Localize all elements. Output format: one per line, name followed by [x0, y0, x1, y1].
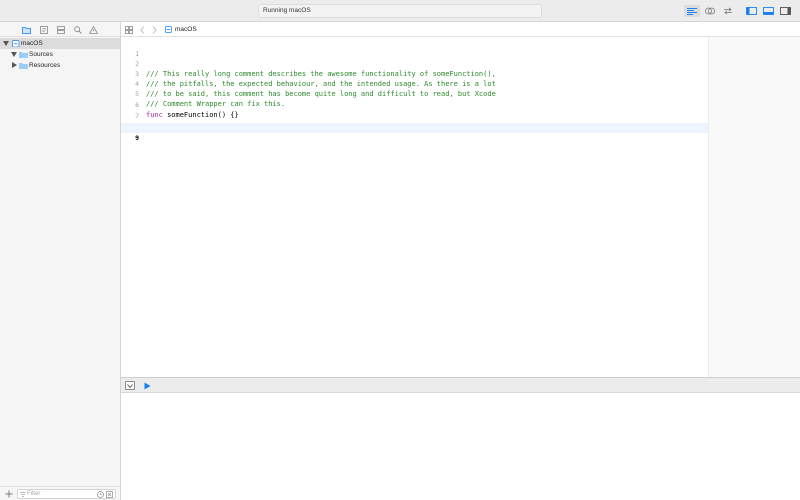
code-line[interactable]: 6 func someFunction() {}: [121, 90, 708, 119]
recent-files-icon[interactable]: [97, 491, 104, 498]
breadcrumb[interactable]: macOS: [165, 25, 197, 34]
project-icon: [165, 26, 172, 33]
symbol-icon: [56, 25, 65, 34]
editor-minimap[interactable]: [708, 37, 800, 377]
chevron-left-icon: [140, 25, 145, 34]
toggle-debug-area-icon: [762, 7, 774, 15]
current-code-line[interactable]: 9: [121, 123, 708, 142]
tree-item-label: Resources: [29, 62, 61, 69]
back-button[interactable]: [140, 25, 145, 34]
code-line[interactable]: 8: [121, 112, 708, 131]
folder-icon: [19, 63, 28, 69]
toggle-utilities-icon: [779, 7, 791, 15]
code-line[interactable]: 3 /// the pitfalls, the expected behavio…: [121, 59, 708, 88]
tree-item-project[interactable]: macOS: [0, 38, 120, 49]
tree-item-sources[interactable]: Sources: [0, 49, 120, 60]
version-editor-button[interactable]: [720, 5, 736, 17]
toggle-utilities-button[interactable]: [777, 5, 793, 17]
assistant-editor-icon: [705, 7, 715, 15]
continue-button[interactable]: [143, 381, 152, 390]
filter-icon: [20, 492, 26, 497]
debug-console[interactable]: [121, 393, 800, 500]
line-number: 9: [135, 134, 139, 142]
toggle-navigator-button[interactable]: [743, 5, 759, 17]
code-line[interactable]: 5 /// Comment Wrapper can fix this.: [121, 79, 708, 108]
toggle-navigator-icon: [745, 7, 757, 15]
jump-bar: macOS: [121, 22, 800, 37]
code-line[interactable]: 1: [121, 39, 708, 58]
disclosure-expanded-icon[interactable]: [3, 40, 9, 46]
toggle-debug-area-button[interactable]: [760, 5, 776, 17]
chevron-right-icon: [152, 25, 157, 34]
navigator-tab-bar: [0, 22, 120, 37]
tree-item-label: macOS: [21, 40, 43, 47]
source-control-icon: [39, 25, 48, 34]
standard-editor-button[interactable]: [684, 5, 700, 17]
code-line[interactable]: 7: [121, 101, 708, 120]
find-icon: [73, 25, 82, 34]
tab-issue-navigator[interactable]: [89, 25, 98, 34]
tab-symbol-navigator[interactable]: [56, 25, 65, 34]
related-items-button[interactable]: [125, 25, 133, 34]
source-editor[interactable]: 1 2 /// This really long comment describ…: [121, 37, 800, 377]
folder-icon: [19, 52, 28, 58]
hide-debug-area-button[interactable]: [125, 381, 135, 390]
version-editor-icon: [724, 7, 732, 15]
standard-editor-icon: [687, 7, 697, 15]
code-line[interactable]: 2 /// This really long comment describes…: [121, 49, 708, 78]
filter-placeholder: Filter: [27, 491, 41, 497]
chevron-down-icon: [127, 383, 133, 388]
disclosure-expanded-icon[interactable]: [11, 51, 17, 57]
tab-find-navigator[interactable]: [73, 25, 82, 34]
issue-icon: [89, 25, 98, 34]
activity-viewer: Running macOS: [258, 4, 542, 18]
breadcrumb-label: macOS: [175, 26, 197, 33]
project-icon: [12, 40, 20, 47]
activity-status-text: Running macOS: [263, 7, 311, 14]
disclosure-collapsed-icon[interactable]: [11, 62, 17, 68]
add-icon[interactable]: [5, 490, 13, 498]
tree-item-label: Sources: [29, 51, 53, 58]
filter-field[interactable]: Filter: [17, 489, 116, 499]
debug-bar: [121, 377, 800, 393]
forward-button[interactable]: [152, 25, 157, 34]
navigator-filter-bar: Filter: [0, 486, 120, 500]
source-control-filter-icon[interactable]: [106, 491, 113, 498]
assistant-editor-button[interactable]: [702, 5, 718, 17]
related-items-icon: [125, 25, 133, 34]
window-toolbar: Running macOS: [0, 0, 800, 22]
tab-source-control-navigator[interactable]: [39, 25, 48, 34]
folder-icon: [22, 26, 31, 34]
project-navigator: macOS Sources Resources Filter: [0, 22, 121, 500]
play-icon: [144, 382, 151, 389]
code-line[interactable]: 4 /// to be said, this comment has becom…: [121, 69, 708, 98]
tab-project-navigator[interactable]: [22, 25, 31, 34]
tree-item-resources[interactable]: Resources: [0, 60, 120, 71]
